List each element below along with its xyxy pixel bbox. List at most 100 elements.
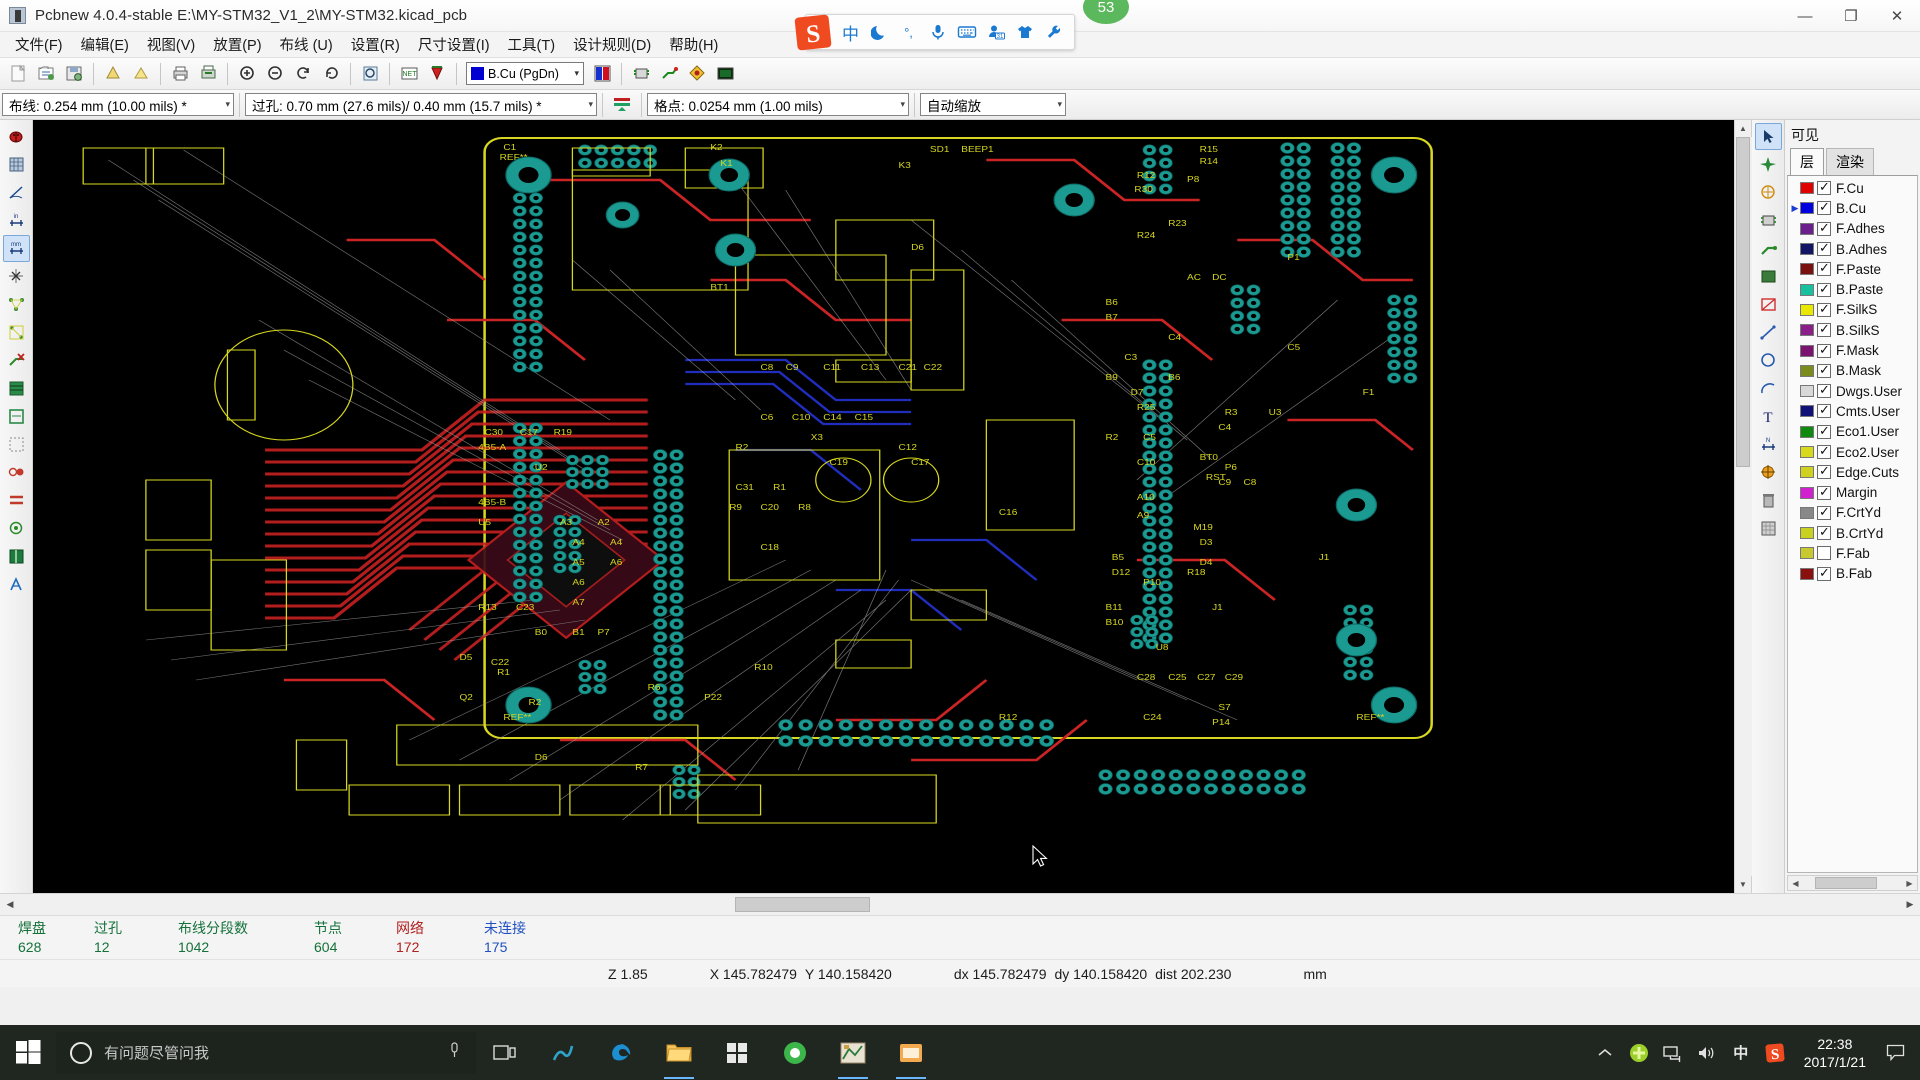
sogou-ime-toolbar[interactable]: S 中 °, 31 — [794, 14, 1075, 51]
toolbox-icon[interactable]: 31 — [981, 17, 1010, 47]
layer-row[interactable]: F.Fab — [1788, 543, 1917, 563]
layer-row[interactable]: F.Adhes — [1788, 219, 1917, 239]
menu-design-rules[interactable]: 设计规则(D) — [564, 31, 660, 58]
new-board-icon[interactable] — [5, 61, 31, 87]
pcb-canvas[interactable]: C1 REF** BEEP1 SD1 R15 R14 R12 R30 K2 K1 K3 R… — [33, 120, 1734, 893]
mode-module-icon[interactable] — [628, 61, 654, 87]
moon-mode-icon[interactable] — [865, 17, 894, 47]
skin-icon[interactable] — [1010, 17, 1039, 47]
open-board-icon[interactable] — [33, 61, 59, 87]
layer-color-swatch[interactable] — [1800, 446, 1814, 458]
layer-visibility-checkbox[interactable] — [1817, 321, 1831, 338]
edge-browser-icon[interactable] — [592, 1025, 650, 1080]
hscroll-thumb[interactable] — [735, 896, 870, 912]
layer-list-hscrollbar[interactable]: ◀ ▶ — [1787, 875, 1918, 891]
track-width-combo[interactable]: 布线: 0.254 mm (10.00 mils) * ▾ — [2, 93, 234, 116]
show-hidden-icons-chevron[interactable] — [1588, 1025, 1622, 1080]
layer-visibility-checkbox[interactable] — [1817, 382, 1831, 399]
drc-offswitch-icon[interactable] — [684, 61, 710, 87]
settings-wrench-icon[interactable] — [1039, 17, 1068, 47]
chevron-down-icon[interactable]: ▾ — [900, 99, 905, 110]
layer-row[interactable]: Eco1.User — [1788, 422, 1917, 442]
zoom-out-icon[interactable] — [262, 61, 288, 87]
cursor-shape-icon[interactable] — [3, 263, 30, 290]
layer-visibility-checkbox[interactable] — [1817, 260, 1831, 277]
layer-color-swatch[interactable] — [1800, 567, 1814, 580]
layer-selector-combo[interactable]: B.Cu (PgDn) ▾ — [466, 62, 584, 85]
close-button[interactable]: ✕ — [1874, 0, 1920, 32]
layer-visibility-checkbox[interactable] — [1817, 199, 1831, 216]
layer-hscroll-left[interactable]: ◀ — [1788, 879, 1803, 888]
layer-color-swatch[interactable] — [1800, 182, 1814, 195]
mode-track-icon[interactable] — [656, 61, 682, 87]
layer-row[interactable]: B.CrtYd — [1788, 523, 1917, 543]
page-settings-icon[interactable] — [128, 61, 154, 87]
layer-list[interactable]: F.Cu ▶ B.Cu F.Adhes B.Adhes F.Paste B.Paste F.S… — [1787, 175, 1918, 873]
layer-color-swatch[interactable] — [1800, 364, 1814, 377]
store-icon[interactable] — [708, 1025, 766, 1080]
layer-visibility-checkbox[interactable] — [1817, 301, 1831, 317]
task-view-icon[interactable] — [476, 1025, 534, 1080]
tab-layers[interactable]: 层 — [1790, 148, 1824, 175]
polar-coord-icon[interactable] — [3, 179, 30, 206]
layer-color-swatch[interactable] — [1800, 506, 1814, 519]
canvas-vertical-scrollbar[interactable]: ▲ ▼ — [1734, 120, 1752, 893]
pads-sketch-icon[interactable] — [3, 459, 30, 486]
3d-viewer-icon[interactable] — [712, 61, 738, 87]
notification-icon[interactable] — [1878, 1025, 1912, 1080]
cortana-search-box[interactable]: 有问题尽管问我 — [56, 1031, 476, 1074]
microphone-icon[interactable] — [447, 1041, 462, 1065]
menu-tools[interactable]: 工具(T) — [499, 31, 565, 58]
show-ratsnest-icon[interactable] — [3, 291, 30, 318]
antivirus-shield-icon[interactable] — [1622, 1025, 1656, 1080]
set-origin-icon[interactable] — [1755, 515, 1782, 542]
chevron-down-icon[interactable]: ▾ — [588, 99, 593, 110]
layer-visibility-checkbox[interactable] — [1817, 281, 1831, 297]
layer-row[interactable]: B.Fab — [1788, 564, 1917, 584]
via-size-combo[interactable]: 过孔: 0.70 mm (27.6 mils)/ 0.40 mm (15.7 m… — [245, 93, 597, 116]
layer-row[interactable]: Eco2.User — [1788, 442, 1917, 462]
menu-route[interactable]: 布线 (U) — [271, 31, 342, 58]
volume-icon[interactable] — [1690, 1025, 1724, 1080]
print-icon[interactable] — [167, 61, 193, 87]
add-text-icon[interactable]: T — [1755, 403, 1782, 430]
find-icon[interactable] — [357, 61, 383, 87]
add-circle-icon[interactable] — [1755, 347, 1782, 374]
start-icon[interactable] — [0, 1025, 56, 1080]
layer-row[interactable]: Cmts.User — [1788, 401, 1917, 421]
editor-icon[interactable] — [882, 1025, 940, 1080]
menu-file[interactable]: 文件(F) — [6, 31, 72, 58]
soft-keyboard-icon[interactable] — [952, 17, 981, 47]
layer-visibility-checkbox[interactable] — [1817, 484, 1831, 500]
layer-color-swatch[interactable] — [1800, 527, 1814, 540]
layer-row[interactable]: B.Paste — [1788, 279, 1917, 299]
layer-visibility-checkbox[interactable] — [1817, 220, 1831, 236]
add-line-icon[interactable] — [1755, 319, 1782, 346]
local-ratsnest-icon[interactable] — [1755, 179, 1782, 206]
layer-visibility-checkbox[interactable] — [1817, 362, 1831, 378]
layer-visibility-checkbox[interactable] — [1817, 402, 1831, 419]
layer-color-swatch[interactable] — [1800, 324, 1814, 337]
canvas-horizontal-scrollbar[interactable]: ◀ ▶ — [0, 893, 1920, 915]
taskbar-clock[interactable]: 22:38 2017/1/21 — [1792, 1035, 1878, 1071]
network-icon[interactable] — [1656, 1025, 1690, 1080]
maximize-button[interactable]: ❐ — [1828, 0, 1874, 32]
layer-visibility-checkbox[interactable] — [1817, 443, 1831, 459]
hscroll-track[interactable] — [20, 895, 1900, 915]
file-explorer-icon[interactable] — [650, 1025, 708, 1080]
menu-dimensions[interactable]: 尺寸设置(I) — [409, 31, 499, 58]
units-mm-icon[interactable]: mm — [2, 235, 30, 262]
show-zones-icon[interactable] — [3, 375, 30, 402]
layer-visibility-checkbox[interactable] — [1817, 179, 1831, 196]
layer-color-swatch[interactable] — [1800, 547, 1814, 560]
groove-music-icon[interactable] — [534, 1025, 592, 1080]
menu-place[interactable]: 放置(P) — [204, 31, 270, 58]
layer-color-swatch[interactable] — [1800, 466, 1814, 479]
layer-row[interactable]: Dwgs.User — [1788, 381, 1917, 401]
layer-hscroll-thumb[interactable] — [1815, 877, 1877, 889]
show-zones-outline-icon[interactable] — [3, 403, 30, 430]
layer-color-swatch[interactable] — [1800, 202, 1814, 215]
layer-visibility-checkbox[interactable] — [1817, 524, 1831, 541]
drc-icon[interactable] — [424, 61, 450, 87]
zoom-fit-icon[interactable] — [318, 61, 344, 87]
